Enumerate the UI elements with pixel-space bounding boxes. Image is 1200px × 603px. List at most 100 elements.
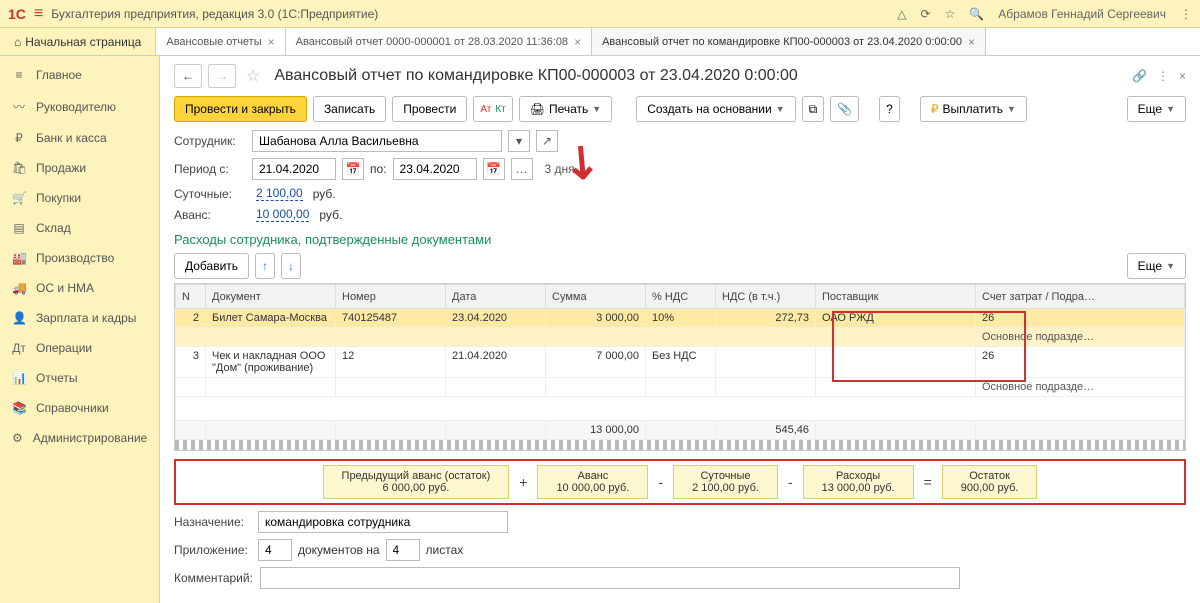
purpose-field[interactable] xyxy=(258,511,508,533)
table-row[interactable]: 2 Билет Самара-Москва 740125487 23.04.20… xyxy=(176,309,1185,328)
table-row[interactable]: 3 Чек и накладная ООО "Дом" (проживание)… xyxy=(176,347,1185,378)
open-icon[interactable]: ↗ xyxy=(536,130,558,152)
col-sum[interactable]: Сумма xyxy=(546,285,646,309)
dt-kt-icon: Дт xyxy=(12,341,26,355)
person-icon: 👤 xyxy=(12,311,26,325)
sidebar-item-operations[interactable]: ДтОперации xyxy=(0,333,159,363)
help-button[interactable]: ? xyxy=(879,96,900,122)
col-doc[interactable]: Документ xyxy=(206,285,336,309)
attach-label: Приложение: xyxy=(174,543,252,557)
bell-icon[interactable]: △ xyxy=(897,7,906,21)
table-more-button[interactable]: Еще▼ xyxy=(1127,253,1186,279)
calc-remainder: Остаток900,00 руб. xyxy=(942,465,1038,499)
period-from-field[interactable] xyxy=(252,158,336,180)
move-down-button[interactable]: ↓ xyxy=(281,253,301,279)
post-button[interactable]: Провести xyxy=(392,96,467,122)
grid-icon: ≡ xyxy=(12,68,26,82)
ellipsis-button[interactable]: … xyxy=(511,158,533,180)
sidebar-item-reports[interactable]: 📊Отчеты xyxy=(0,363,159,393)
forward-button[interactable]: → xyxy=(208,64,236,88)
col-num[interactable]: Номер xyxy=(336,285,446,309)
save-button[interactable]: Записать xyxy=(313,96,386,122)
attach-pages-label: листах xyxy=(426,543,464,557)
sidebar-item-sales[interactable]: 🛍Продажи xyxy=(0,153,159,183)
close-icon[interactable]: × xyxy=(1179,69,1186,83)
sidebar-item-admin[interactable]: ⚙Администрирование xyxy=(0,423,159,453)
sidebar-item-purchases[interactable]: 🛒Покупки xyxy=(0,183,159,213)
close-icon[interactable]: × xyxy=(268,35,275,49)
advance-value[interactable]: 10 000,00 xyxy=(256,207,309,222)
calc-perdiem: Суточные2 100,00 руб. xyxy=(673,465,778,499)
calendar-icon[interactable]: 📅 xyxy=(483,158,505,180)
history-icon[interactable]: ⟳ xyxy=(921,7,931,21)
arrow-down-icon: ↓ xyxy=(288,259,294,273)
sidebar-item-assets[interactable]: 🚚ОС и НМА xyxy=(0,273,159,303)
tab-report-3[interactable]: Авансовый отчет по командировке КП00-000… xyxy=(592,28,986,55)
dt-kt-button[interactable]: АтКт xyxy=(473,96,512,122)
col-supplier[interactable]: Поставщик xyxy=(816,285,976,309)
search-icon[interactable]: 🔍 xyxy=(969,7,984,21)
col-date[interactable]: Дата xyxy=(446,285,546,309)
arrow-up-icon: ↑ xyxy=(262,259,268,273)
post-and-close-button[interactable]: Провести и закрыть xyxy=(174,96,307,122)
sidebar-item-warehouse[interactable]: ▤Склад xyxy=(0,213,159,243)
attach-docs-field[interactable] xyxy=(258,539,292,561)
ruble-icon: ₽ xyxy=(12,131,26,145)
period-to-label: по: xyxy=(370,162,387,176)
user-label[interactable]: Абрамов Геннадий Сергеевич xyxy=(998,7,1166,21)
close-icon[interactable]: × xyxy=(968,35,975,49)
add-button[interactable]: Добавить xyxy=(174,253,249,279)
col-n[interactable]: N xyxy=(176,285,206,309)
more-icon[interactable]: ⋮ xyxy=(1157,69,1169,83)
back-button[interactable]: ← xyxy=(174,64,202,88)
attach-pages-field[interactable] xyxy=(386,539,420,561)
tab-report-1[interactable]: Авансовый отчет 0000-000001 от 28.03.202… xyxy=(286,28,592,55)
overflow-icon[interactable]: ⋮ xyxy=(1180,7,1192,21)
sidebar-item-manager[interactable]: 〰Руководителю xyxy=(0,90,159,123)
gear-icon: ⚙ xyxy=(12,431,23,445)
comment-label: Комментарий: xyxy=(174,571,254,585)
calc-advance: Аванс10 000,00 руб. xyxy=(537,465,648,499)
close-icon[interactable]: × xyxy=(574,35,581,49)
comment-field[interactable] xyxy=(260,567,960,589)
structure-button[interactable]: ⧉ xyxy=(802,96,825,122)
print-button[interactable]: 🖨Печать▼ xyxy=(519,96,612,122)
sidebar-item-main[interactable]: ≡Главное xyxy=(0,60,159,90)
calendar-icon[interactable]: 📅 xyxy=(342,158,364,180)
sidebar-item-hr[interactable]: 👤Зарплата и кадры xyxy=(0,303,159,333)
menu-icon[interactable]: ≡ xyxy=(34,5,43,23)
factory-icon: 🏭 xyxy=(12,251,26,265)
table-row-sub[interactable]: Основное подразде… xyxy=(176,378,1185,397)
pay-button[interactable]: ₽Выплатить▼ xyxy=(920,96,1027,122)
star-icon[interactable]: ☆ xyxy=(246,66,260,86)
col-acct[interactable]: Счет затрат / Подра… xyxy=(976,285,1185,309)
more-button[interactable]: Еще▼ xyxy=(1127,96,1186,122)
sidebar-item-bank[interactable]: ₽Банк и касса xyxy=(0,123,159,153)
create-based-button[interactable]: Создать на основании▼ xyxy=(636,96,795,122)
calc-expenses: Расходы13 000,00 руб. xyxy=(803,465,914,499)
sidebar-item-production[interactable]: 🏭Производство xyxy=(0,243,159,273)
move-up-button[interactable]: ↑ xyxy=(255,253,275,279)
col-vat-pct[interactable]: % НДС xyxy=(646,285,716,309)
period-to-field[interactable] xyxy=(393,158,477,180)
calculation-bar: Предыдущий аванс (остаток)6 000,00 руб. … xyxy=(174,459,1186,505)
home-icon: ⌂ xyxy=(14,35,21,49)
tab-advance-reports[interactable]: Авансовые отчеты × xyxy=(156,28,285,55)
col-vat-incl[interactable]: НДС (в т.ч.) xyxy=(716,285,816,309)
dropdown-icon[interactable]: ▾ xyxy=(508,130,530,152)
sidebar-item-directories[interactable]: 📚Справочники xyxy=(0,393,159,423)
perdiem-value[interactable]: 2 100,00 xyxy=(256,186,303,201)
link-icon[interactable]: 🔗 xyxy=(1132,69,1147,83)
table-totals: 13 000,00 545,46 xyxy=(176,421,1185,440)
tab-home[interactable]: ⌂ Начальная страница xyxy=(0,28,156,55)
star-icon[interactable]: ☆ xyxy=(945,7,956,21)
period-from-label: Период с: xyxy=(174,162,246,176)
attach-button[interactable]: 📎 xyxy=(830,96,859,122)
books-icon: 📚 xyxy=(12,401,26,415)
table-row-sub[interactable]: Основное подразде… xyxy=(176,328,1185,347)
attach-docs-label: документов на xyxy=(298,543,380,557)
rub-label: руб. xyxy=(319,208,342,222)
employee-field[interactable] xyxy=(252,130,502,152)
horizontal-scrollbar[interactable] xyxy=(175,440,1185,450)
printer-icon: 🖨 xyxy=(530,102,545,116)
